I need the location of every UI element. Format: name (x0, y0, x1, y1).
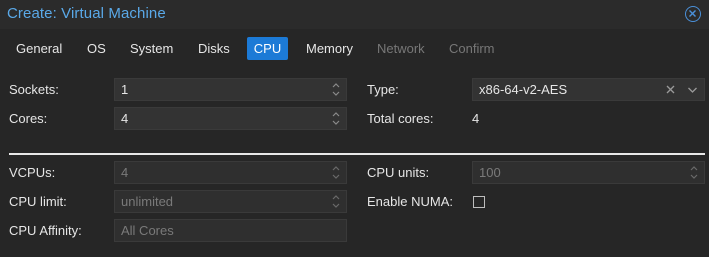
cpu-affinity-placeholder: All Cores (121, 223, 174, 238)
cores-field[interactable]: 4 (114, 107, 347, 130)
cpu-units-label: CPU units: (367, 165, 430, 180)
type-value: x86-64-v2-AES (479, 82, 568, 97)
cpu-limit-field[interactable]: unlimited (114, 190, 347, 213)
sockets-field[interactable]: 1 (114, 78, 347, 101)
cores-label: Cores: (9, 111, 48, 126)
vcpus-label: VCPUs: (9, 165, 56, 180)
total-cores-value: 4 (472, 111, 480, 126)
total-cores-label: Total cores: (367, 111, 434, 126)
tab-disks[interactable]: Disks (192, 37, 236, 60)
cpu-units-value: 100 (479, 165, 501, 180)
dialog-title: Create: Virtual Machine (7, 5, 166, 22)
sockets-value: 1 (121, 82, 129, 97)
enable-numa-checkbox[interactable] (473, 196, 485, 208)
close-icon[interactable] (685, 6, 701, 22)
tab-system[interactable]: System (124, 37, 179, 60)
enable-numa-label: Enable NUMA: (367, 194, 453, 209)
cpu-units-spinner-icon[interactable] (689, 165, 699, 180)
cpu-panel: Sockets: 1 Type: x86-64-v2-AES Cores: 4 (0, 66, 709, 257)
type-combobox[interactable]: x86-64-v2-AES (472, 78, 705, 101)
tab-cpu[interactable]: CPU (247, 37, 288, 60)
cpu-limit-label: CPU limit: (9, 194, 67, 209)
type-label: Type: (367, 82, 399, 97)
cores-spinner-icon[interactable] (331, 111, 341, 126)
tab-confirm: Confirm (449, 41, 495, 56)
vcpus-spinner-icon[interactable] (331, 165, 341, 180)
cpu-affinity-label: CPU Affinity: (9, 223, 82, 238)
cpu-limit-spinner-icon[interactable] (331, 194, 341, 209)
clear-x-icon[interactable] (665, 84, 676, 95)
wizard-tabs: General OS System Disks CPU Memory Netwo… (0, 37, 709, 61)
tab-network: Network (377, 41, 425, 56)
section-divider (9, 153, 705, 155)
cpu-units-field[interactable]: 100 (472, 161, 705, 184)
create-vm-dialog: Create: Virtual Machine General OS Syste… (0, 0, 709, 257)
sockets-spinner-icon[interactable] (331, 82, 341, 97)
chevron-down-icon[interactable] (687, 86, 698, 94)
cpu-limit-value: unlimited (121, 194, 174, 209)
tab-os[interactable]: OS (81, 37, 112, 60)
vcpus-value: 4 (121, 165, 129, 180)
vcpus-field[interactable]: 4 (114, 161, 347, 184)
cores-value: 4 (121, 111, 129, 126)
cpu-affinity-field[interactable]: All Cores (114, 219, 347, 242)
dialog-titlebar: Create: Virtual Machine (0, 0, 709, 29)
tab-general[interactable]: General (10, 37, 68, 60)
tab-memory[interactable]: Memory (300, 37, 359, 60)
sockets-label: Sockets: (9, 82, 59, 97)
